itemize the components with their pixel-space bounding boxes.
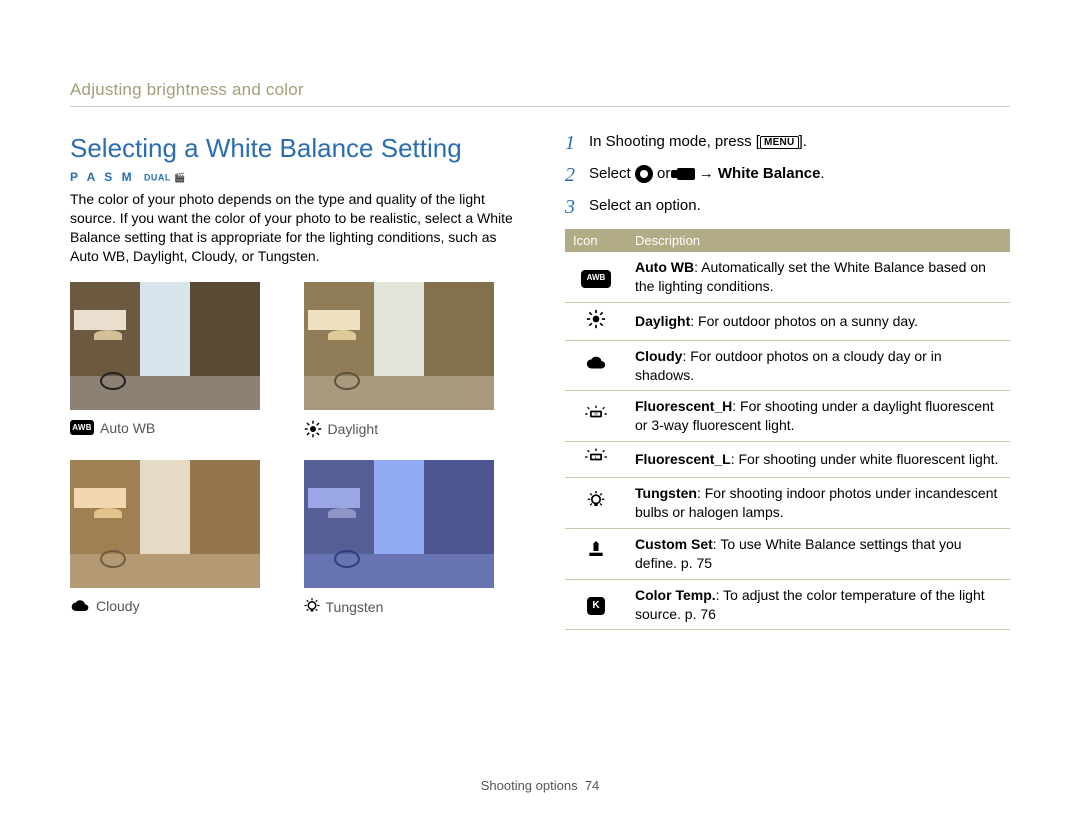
- table-header-description: Description: [627, 229, 1010, 252]
- wb-thumb-label: Cloudy: [96, 598, 140, 614]
- wb-sample-image-auto: [70, 282, 260, 410]
- footer-section-label: Shooting options: [481, 778, 578, 793]
- wb-thumb-daylight: Daylight: [304, 282, 516, 438]
- row-description-cell: Daylight: For outdoor photos on a sunny …: [627, 302, 1010, 340]
- breadcrumb: Adjusting brightness and color: [70, 80, 1010, 100]
- row-description-cell: Cloudy: For outdoor photos on a cloudy d…: [627, 340, 1010, 391]
- step-1: 1 In Shooting mode, press [MENU].: [565, 133, 1010, 153]
- camera-icon: [635, 165, 653, 183]
- mode-letters: P A S M: [70, 170, 135, 184]
- k-icon: K: [587, 597, 605, 615]
- awb-icon: AWB: [581, 266, 611, 287]
- step-text: Select an option.: [589, 197, 701, 214]
- table-row: AWB Auto WB: Automatically set the White …: [565, 252, 1010, 302]
- instruction-steps: 1 In Shooting mode, press [MENU]. 2 Sele…: [565, 133, 1010, 217]
- svg-text:H: H: [594, 412, 597, 417]
- table-row: H Fluorescent_H: For shooting under a day…: [565, 391, 1010, 442]
- step-number: 1: [565, 133, 579, 153]
- dual-icon: DUAL 🎬: [141, 172, 186, 182]
- row-icon-cell: H: [565, 391, 627, 442]
- row-icon-cell: L: [565, 442, 627, 478]
- wb-sample-image-tungsten: [304, 460, 494, 588]
- awb-icon: AWB: [70, 420, 94, 435]
- step-number: 3: [565, 197, 579, 217]
- sun-icon: [304, 420, 322, 438]
- page-title: Selecting a White Balance Setting: [70, 133, 515, 164]
- table-row: Cloudy: For outdoor photos on a cloudy d…: [565, 340, 1010, 391]
- wb-options-table: Icon Description AWB Auto WB: Automatical…: [565, 229, 1010, 630]
- wb-sample-image-daylight: [304, 282, 494, 410]
- table-header-icon: Icon: [565, 229, 627, 252]
- row-icon-cell: [565, 478, 627, 529]
- intro-paragraph: The color of your photo depends on the t…: [70, 190, 515, 266]
- wb-sample-image-cloudy: [70, 460, 260, 588]
- wb-thumb-label: Auto WB: [100, 420, 155, 436]
- wb-thumb-label: Daylight: [328, 421, 379, 437]
- step-text: In Shooting mode, press [: [589, 133, 760, 150]
- right-column: 1 In Shooting mode, press [MENU]. 2 Sele…: [565, 133, 1010, 630]
- step-text: Select: [589, 165, 635, 182]
- left-column: Selecting a White Balance Setting P A S …: [70, 133, 515, 630]
- row-icon-cell: K: [565, 579, 627, 630]
- row-description-cell: Tungsten: For shooting indoor photos und…: [627, 478, 1010, 529]
- wb-thumb-auto: AWB Auto WB: [70, 282, 282, 438]
- cloudy-icon: [585, 355, 607, 371]
- fh-icon: H: [585, 405, 607, 423]
- mode-indicator-line: P A S M DUAL 🎬: [70, 170, 515, 184]
- table-row: K Color Temp.: To adjust the color temper…: [565, 579, 1010, 630]
- row-icon-cell: [565, 528, 627, 579]
- fl-icon: L: [585, 448, 607, 466]
- row-description-cell: Custom Set: To use White Balance setting…: [627, 528, 1010, 579]
- row-description-cell: Color Temp.: To adjust the color tempera…: [627, 579, 1010, 630]
- step-2: 2 Select or → White Balance.: [565, 165, 1010, 185]
- step-text: .: [820, 165, 824, 182]
- cloud-icon: [70, 599, 90, 613]
- wb-thumb-tungsten: Tungsten: [304, 460, 516, 616]
- awb-icon: AWB: [581, 270, 611, 288]
- row-icon-cell: [565, 340, 627, 391]
- bulb-icon: [304, 598, 320, 616]
- table-row: Daylight: For outdoor photos on a sunny …: [565, 302, 1010, 340]
- page-footer: Shooting options 74: [0, 778, 1080, 793]
- row-icon-cell: AWB: [565, 252, 627, 302]
- step-number: 2: [565, 165, 579, 185]
- tungsten-icon: [587, 491, 605, 511]
- wb-thumb-cloudy: Cloudy: [70, 460, 282, 616]
- menu-button-icon: MENU: [760, 136, 799, 149]
- row-description-cell: Auto WB: Automatically set the White Bal…: [627, 252, 1010, 302]
- arrow-text: →: [695, 165, 718, 182]
- manual-page: Adjusting brightness and color Selecting…: [0, 0, 1080, 815]
- table-row: L Fluorescent_L: For shooting under white…: [565, 442, 1010, 478]
- custom-icon: [586, 541, 606, 561]
- row-description-cell: Fluorescent_L: For shooting under white …: [627, 442, 1010, 478]
- row-description-cell: Fluorescent_H: For shooting under a dayl…: [627, 391, 1010, 442]
- table-row: Tungsten: For shooting indoor photos und…: [565, 478, 1010, 529]
- video-icon: [677, 168, 695, 180]
- wb-thumbnails-grid: AWB Auto WB Daylight: [70, 282, 515, 616]
- daylight-icon: [586, 309, 606, 329]
- header-divider: [70, 106, 1010, 107]
- footer-page-number: 74: [585, 778, 599, 793]
- table-row: Custom Set: To use White Balance setting…: [565, 528, 1010, 579]
- k-icon: K: [587, 594, 605, 615]
- wb-thumb-label: Tungsten: [326, 599, 384, 615]
- row-icon-cell: [565, 302, 627, 340]
- step-3: 3 Select an option.: [565, 197, 1010, 217]
- white-balance-label: White Balance: [718, 165, 821, 182]
- step-text: ].: [799, 133, 807, 150]
